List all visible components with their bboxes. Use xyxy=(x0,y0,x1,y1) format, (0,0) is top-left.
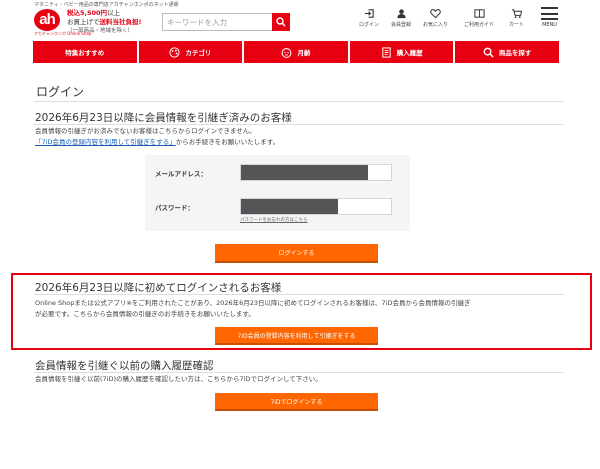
section-divider xyxy=(34,372,564,373)
header-search xyxy=(162,13,290,31)
nav-purchase-history[interactable]: 購入履歴 xyxy=(349,41,454,63)
migration-link[interactable]: 「7iD会員の登録内容を利用して引継ぎをする」 xyxy=(35,138,176,146)
section-divider xyxy=(34,124,564,125)
login-form: メールアドレス： パスワード： パスワードをお忘れの方はこちら xyxy=(145,155,410,231)
palette-icon xyxy=(169,46,180,58)
search-icon xyxy=(483,47,494,58)
password-row: パスワード： xyxy=(145,198,410,215)
nav-product-search-label: 商品を探す xyxy=(498,49,532,57)
page-title: ログイン xyxy=(36,85,85,99)
section-existing-link-line: 「7iD会員の登録内容を利用して引継ぎをする」からお手続きをお願いいたします。 xyxy=(35,137,279,148)
search-button[interactable] xyxy=(272,13,290,31)
search-input[interactable] xyxy=(162,13,272,31)
receipt-icon xyxy=(381,46,391,58)
header-login-link[interactable]: ログイン xyxy=(359,8,379,28)
promo-above: 以上 xyxy=(107,9,121,17)
nav-age-label: 月齢 xyxy=(297,49,311,57)
email-field[interactable] xyxy=(240,164,392,181)
login-icon xyxy=(364,9,374,18)
menu-button[interactable]: MENU xyxy=(541,7,558,28)
header-guide-link[interactable]: ご利用ガイド xyxy=(464,8,494,28)
section-first-login-text2: が必要です。こちらから会員情報の引継ぎのお手続きをお願いいたします。 xyxy=(35,310,255,318)
section-history-heading: 会員情報を引継ぐ以前の購入履歴確認 xyxy=(35,360,214,372)
logo-mark: ah xyxy=(34,9,60,31)
menu-label: MENU xyxy=(542,22,557,28)
password-field[interactable] xyxy=(240,198,392,215)
header-register-link[interactable]: 会員登録 xyxy=(391,8,411,28)
shipping-promo: 税込5,500円以上 お買上げで送料当社負担! （一部商品・地域を除く） xyxy=(67,9,141,36)
email-redacted-value xyxy=(241,165,368,180)
login-with-7id-button[interactable]: 7iDでログインする xyxy=(215,393,378,411)
site-tagline: マタニティ・ベビー用品の専門店アカチャンホンポのネット通販 xyxy=(34,2,179,8)
forgot-password-link[interactable]: パスワードをお忘れの方はこちら xyxy=(240,217,308,223)
email-label: メールアドレス： xyxy=(155,169,207,178)
nav-featured[interactable]: 特集おすすめ xyxy=(33,41,137,63)
section-existing-heading: 2026年6月23日以降に会員情報を引継ぎ済みのお客様 xyxy=(35,112,292,124)
section-first-login-text1: Online Shopまたは公式アプリ※をご利用されたことがあり、2026年6月… xyxy=(35,299,471,307)
header-login-label: ログイン xyxy=(359,22,380,28)
promo-purchase: お買上げで xyxy=(67,18,100,26)
header-guide-label: ご利用ガイド xyxy=(464,22,495,28)
section-existing-text: 会員情報の引継ぎがお済みでないお客様はこちらからログインできません。 xyxy=(35,127,256,135)
nav-category[interactable]: カテゴリ xyxy=(138,41,243,63)
promo-amount: 税込5,500円 xyxy=(67,9,108,17)
nav-featured-label: 特集おすすめ xyxy=(65,49,105,57)
logo-subtext: アカチャンホンポ Online Shop xyxy=(34,31,92,36)
nav-product-search[interactable]: 商品を探す xyxy=(455,41,559,63)
member-icon xyxy=(396,9,406,19)
migration-link-suffix: からお手続きをお願いいたします。 xyxy=(175,138,280,146)
promo-free-shipping: 送料当社負担! xyxy=(99,18,142,26)
nav-age[interactable]: 月齢 xyxy=(244,41,348,63)
search-icon xyxy=(276,17,286,27)
header-cart-link[interactable]: カート xyxy=(509,8,524,28)
section-history-text: 会員情報を引継ぐ以前(7iD)の購入履歴を確認したい方は、こちらから7iDでログ… xyxy=(35,375,322,383)
migrate-with-7id-button[interactable]: 7iD会員の登録内容を利用して引継ぎをする xyxy=(215,327,378,345)
section-first-login-heading: 2026年6月23日以降に初めてログインされるお客様 xyxy=(35,282,282,294)
section-divider xyxy=(34,294,564,295)
title-divider xyxy=(34,101,564,102)
header-favorites-label: お気に入り xyxy=(423,22,449,28)
header-favorites-link[interactable]: お気に入り xyxy=(423,8,448,28)
main-navigation: 特集おすすめ カテゴリ 月齢 購入履歴 商品を探す xyxy=(33,41,559,63)
cart-icon xyxy=(511,9,522,19)
hamburger-icon xyxy=(541,7,558,20)
baby-face-icon xyxy=(282,47,292,58)
email-row: メールアドレス： xyxy=(145,164,410,181)
login-button[interactable]: ログインする xyxy=(215,244,378,263)
promo-note: （一部商品・地域を除く） xyxy=(67,28,134,34)
nav-purchase-history-label: 購入履歴 xyxy=(396,49,423,57)
nav-category-label: カテゴリ xyxy=(185,49,212,57)
password-label: パスワード： xyxy=(155,203,194,212)
site-logo[interactable]: ah アカチャンホンポ Online Shop xyxy=(34,9,92,37)
guide-icon xyxy=(473,9,485,18)
heart-icon xyxy=(430,9,441,19)
header-register-label: 会員登録 xyxy=(391,22,412,28)
header-cart-label: カート xyxy=(509,22,525,28)
password-redacted-value xyxy=(241,199,338,214)
